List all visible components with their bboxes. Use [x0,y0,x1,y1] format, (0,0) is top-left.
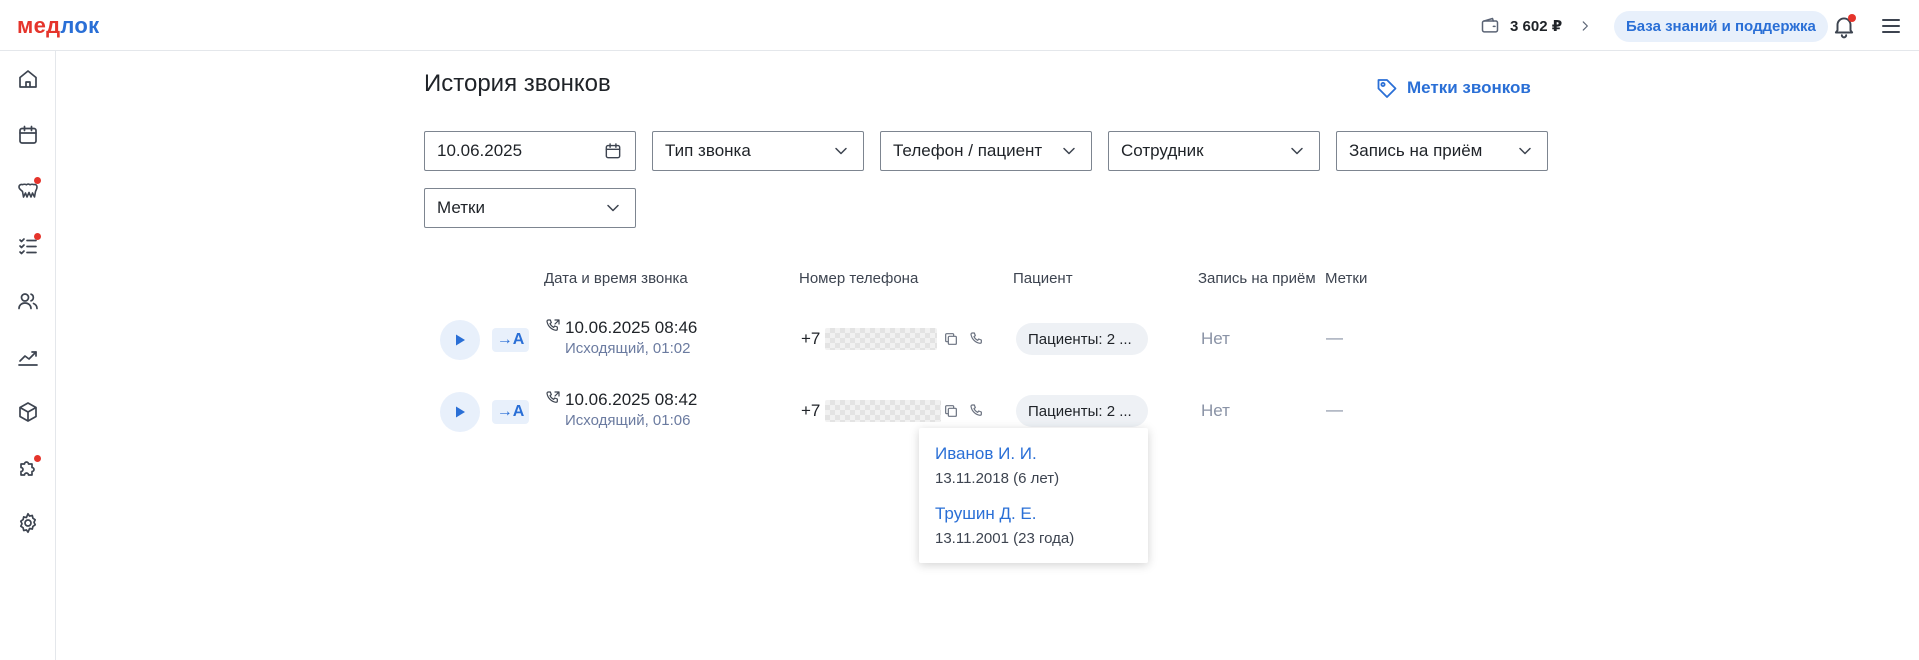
sidebar-item-users[interactable] [14,287,42,315]
gear-icon [19,512,37,534]
patients-popover: Иванов И. И. 13.11.2018 (6 лет) Трушин Д… [919,428,1148,563]
call-meta: Исходящий, 01:06 [565,412,691,429]
table-row: →A 10.06.2025 08:42 Исходящий, 01:06 +7 … [424,381,1404,441]
sidebar-item-teeth[interactable] [14,176,42,204]
sidebar-badge-dot [34,177,41,184]
sidebar-badge-dot [34,233,41,240]
phone-patient-filter[interactable]: Телефон / пациент [880,131,1092,171]
balance-widget[interactable]: 3 602 ₽ [1480,13,1592,39]
play-recording-button[interactable] [440,320,480,360]
call-tags-link-label: Метки звонков [1407,78,1531,97]
hamburger-icon [1882,19,1900,33]
employee-filter[interactable]: Сотрудник [1108,131,1320,171]
users-icon [18,293,38,310]
tags-filter[interactable]: Метки [424,188,636,228]
logo[interactable]: мед лок [17,13,99,39]
patient-name-link[interactable]: Иванов И. И. [935,444,1059,464]
sidebar [0,51,56,660]
call-meta: Исходящий, 01:02 [565,340,691,357]
call-datetime: 10.06.2025 08:46 [565,318,698,337]
appointment-value: Нет [1201,401,1230,420]
popover-patient: Трушин Д. Е. 13.11.2001 (23 года) [935,504,1074,547]
employee-filter-value: Сотрудник [1121,141,1204,160]
patient-name-link[interactable]: Трушин Д. Е. [935,504,1074,524]
call-type-filter-value: Тип звонка [665,141,751,160]
phone-prefix: +7 [801,329,821,348]
calendar-icon [605,143,621,159]
calendar-icon [19,125,37,144]
phone-number-redacted [825,328,937,350]
patients-button[interactable]: Пациенты: 2 ... [1016,395,1148,427]
chevron-down-icon [607,204,619,212]
call-phone-icon[interactable] [969,403,985,419]
home-icon [19,70,37,88]
top-bar: мед лок 3 602 ₽ База знаний и поддержка [0,0,1919,51]
sidebar-item-home[interactable] [14,65,42,93]
patient-birthdate: 13.11.2001 (23 года) [935,530,1075,547]
play-icon [456,334,465,346]
copy-icon[interactable] [943,331,959,347]
box-icon [19,402,37,422]
call-tags-link[interactable]: Метки звонков [1375,76,1531,100]
date-filter-value: 10.06.2025 [437,141,523,160]
phone-patient-filter-value: Телефон / пациент [893,141,1043,160]
phone-prefix: +7 [801,401,821,420]
sidebar-item-warehouse[interactable] [14,398,42,426]
sidebar-item-tasks[interactable] [14,232,42,260]
column-header-patient: Пациент [1013,270,1073,287]
call-phone-icon[interactable] [969,331,985,347]
call-direction-badge: →A [492,328,529,352]
tags-filter-value: Метки [437,198,485,217]
sidebar-item-analytics[interactable] [14,343,42,371]
tags-value: — [1326,400,1343,419]
popover-patient: Иванов И. И. 13.11.2018 (6 лет) [935,444,1059,487]
sidebar-badge-dot [34,455,41,462]
chevron-down-icon [1291,147,1303,155]
call-type-filter[interactable]: Тип звонка [652,131,864,171]
balance-value: 3 602 ₽ [1510,18,1563,35]
column-header-appointment: Запись на приём [1198,270,1316,287]
appointment-filter[interactable]: Запись на приём [1336,131,1548,171]
call-datetime: 10.06.2025 08:42 [565,390,698,409]
phone-outgoing-icon [546,391,560,403]
column-header-phone: Номер телефона [799,270,919,287]
call-direction-badge: →A [492,400,529,424]
copy-icon[interactable] [943,403,959,419]
notification-dot [1848,14,1856,22]
sidebar-item-settings[interactable] [14,509,42,537]
chevron-down-icon [1063,147,1075,155]
logo-part-2: лок [60,13,100,38]
table-row: →A 10.06.2025 08:46 Исходящий, 01:02 +7 … [424,309,1404,369]
play-recording-button[interactable] [440,392,480,432]
help-center-button[interactable]: База знаний и поддержка [1614,11,1828,42]
logo-part-1: мед [17,13,61,38]
chevron-down-icon [1519,147,1531,155]
appointment-filter-value: Запись на приём [1349,141,1483,160]
page-title: История звонков [424,70,611,97]
notifications-button[interactable] [1831,13,1857,39]
chevron-down-icon [835,147,847,155]
chevron-right-icon [1582,21,1589,31]
tags-value: — [1326,328,1343,347]
patients-button[interactable]: Пациенты: 2 ... [1016,323,1148,355]
patient-birthdate: 13.11.2018 (6 лет) [935,470,1060,487]
sidebar-item-integrations[interactable] [14,454,42,482]
appointment-value: Нет [1201,329,1230,348]
menu-button[interactable] [1879,14,1903,38]
column-header-datetime: Дата и время звонка [544,270,688,287]
sidebar-item-calendar[interactable] [14,121,42,149]
chart-icon [18,351,38,366]
play-icon [456,406,465,418]
date-filter[interactable]: 10.06.2025 [424,131,636,171]
phone-number-redacted [825,400,941,422]
tag-icon [1377,79,1397,98]
column-header-tags: Метки [1325,270,1368,287]
phone-outgoing-icon [546,319,560,331]
wallet-icon [1481,17,1499,33]
